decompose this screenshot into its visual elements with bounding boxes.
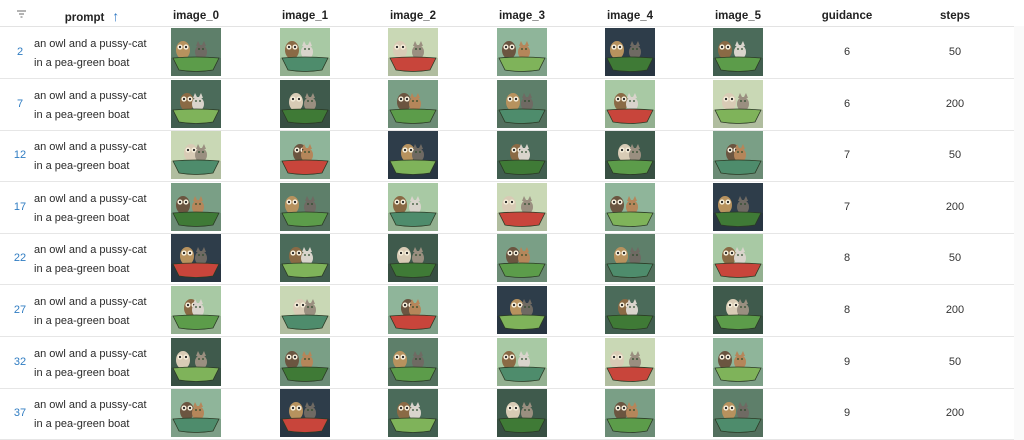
image-thumbnail[interactable] [713,389,763,437]
column-header-guidance[interactable]: guidance [815,0,879,26]
prompt-cell: an owl and a pussy-cat in a pea-green bo… [34,193,147,224]
image-thumbnail[interactable] [280,234,330,282]
image-thumbnail[interactable] [713,80,763,128]
guidance-cell: 8 [843,252,851,264]
image-thumbnail[interactable] [605,80,655,128]
image-thumbnail[interactable] [497,183,547,231]
guidance-cell: 6 [843,98,851,110]
prompt-cell: an owl and a pussy-cat in a pea-green bo… [34,399,147,430]
image-thumbnail[interactable] [171,131,221,179]
steps-cell: 50 [948,149,962,161]
column-header-image-5[interactable]: image_5 [713,0,763,26]
column-header-image-0[interactable]: image_0 [171,0,221,26]
steps-cell: 50 [948,356,962,368]
image-thumbnail[interactable] [388,183,438,231]
column-header-image-1[interactable]: image_1 [280,0,330,26]
image-thumbnail[interactable] [605,131,655,179]
image-thumbnail[interactable] [497,80,547,128]
filter-icon[interactable] [16,9,27,19]
table-header: prompt ↑ image_0 image_1 image_2 image_3 … [0,0,1024,27]
image-thumbnail[interactable] [280,389,330,437]
image-thumbnail[interactable] [280,131,330,179]
image-thumbnail[interactable] [713,131,763,179]
image-thumbnail[interactable] [280,28,330,76]
image-thumbnail[interactable] [605,183,655,231]
image-thumbnail[interactable] [388,131,438,179]
image-thumbnail[interactable] [605,389,655,437]
column-header-steps[interactable]: steps [925,0,985,26]
steps-cell: 50 [948,252,962,264]
image-thumbnail[interactable] [171,183,221,231]
image-thumbnail[interactable] [497,131,547,179]
image-thumbnail[interactable] [713,234,763,282]
image-thumbnail[interactable] [388,389,438,437]
steps-cell: 200 [945,98,965,110]
image-thumbnail[interactable] [171,389,221,437]
column-header-prompt[interactable]: prompt ↑ [52,0,132,26]
image-thumbnail[interactable] [605,286,655,334]
prompt-cell: an owl and a pussy-cat in a pea-green bo… [34,38,147,69]
column-header-image-3[interactable]: image_3 [497,0,547,26]
table-row[interactable]: 12 an owl and a pussy-cat in a pea-green … [0,130,1014,182]
image-thumbnail[interactable] [713,338,763,386]
table-row[interactable]: 22 an owl and a pussy-cat in a pea-green … [0,233,1014,285]
steps-cell: 200 [945,304,965,316]
image-thumbnail[interactable] [497,338,547,386]
steps-cell: 200 [945,407,965,419]
steps-cell: 50 [948,46,962,58]
runs-table: prompt ↑ image_0 image_1 image_2 image_3 … [0,0,1024,440]
guidance-cell: 7 [843,149,851,161]
image-thumbnail[interactable] [171,286,221,334]
guidance-cell: 8 [843,304,851,316]
prompt-cell: an owl and a pussy-cat in a pea-green bo… [34,244,147,275]
image-thumbnail[interactable] [171,234,221,282]
table-row[interactable]: 37 an owl and a pussy-cat in a pea-green … [0,388,1014,440]
column-header-image-2[interactable]: image_2 [388,0,438,26]
table-row[interactable]: 32 an owl and a pussy-cat in a pea-green … [0,337,1014,389]
image-thumbnail[interactable] [388,286,438,334]
image-thumbnail[interactable] [713,286,763,334]
arrow-up-icon[interactable]: ↑ [112,8,119,24]
image-thumbnail[interactable] [280,286,330,334]
image-thumbnail[interactable] [388,234,438,282]
image-thumbnail[interactable] [280,183,330,231]
table-row[interactable]: 7 an owl and a pussy-cat in a pea-green b… [0,79,1014,131]
image-thumbnail[interactable] [497,234,547,282]
table-row[interactable]: 27 an owl and a pussy-cat in a pea-green … [0,285,1014,337]
column-header-prompt-label: prompt [64,12,105,24]
vertical-scrollbar[interactable] [1014,26,1024,440]
guidance-cell: 6 [843,46,851,58]
table-row[interactable]: 2 an owl and a pussy-cat in a pea-green b… [0,27,1014,79]
prompt-cell: an owl and a pussy-cat in a pea-green bo… [34,348,147,379]
image-thumbnail[interactable] [280,338,330,386]
image-thumbnail[interactable] [605,338,655,386]
prompt-cell: an owl and a pussy-cat in a pea-green bo… [34,90,147,121]
guidance-cell: 9 [843,356,851,368]
image-thumbnail[interactable] [388,80,438,128]
image-thumbnail[interactable] [497,389,547,437]
image-thumbnail[interactable] [605,28,655,76]
guidance-cell: 7 [843,201,851,213]
image-thumbnail[interactable] [497,28,547,76]
image-thumbnail[interactable] [713,28,763,76]
image-thumbnail[interactable] [388,28,438,76]
prompt-cell: an owl and a pussy-cat in a pea-green bo… [34,141,147,172]
image-thumbnail[interactable] [388,338,438,386]
image-thumbnail[interactable] [605,234,655,282]
image-thumbnail[interactable] [171,80,221,128]
image-thumbnail[interactable] [171,28,221,76]
steps-cell: 200 [945,201,965,213]
column-header-image-4[interactable]: image_4 [605,0,655,26]
image-thumbnail[interactable] [171,338,221,386]
image-thumbnail[interactable] [280,80,330,128]
image-thumbnail[interactable] [713,183,763,231]
guidance-cell: 9 [843,407,851,419]
table-row[interactable]: 17 an owl and a pussy-cat in a pea-green … [0,182,1014,234]
image-thumbnail[interactable] [497,286,547,334]
prompt-cell: an owl and a pussy-cat in a pea-green bo… [34,296,147,327]
